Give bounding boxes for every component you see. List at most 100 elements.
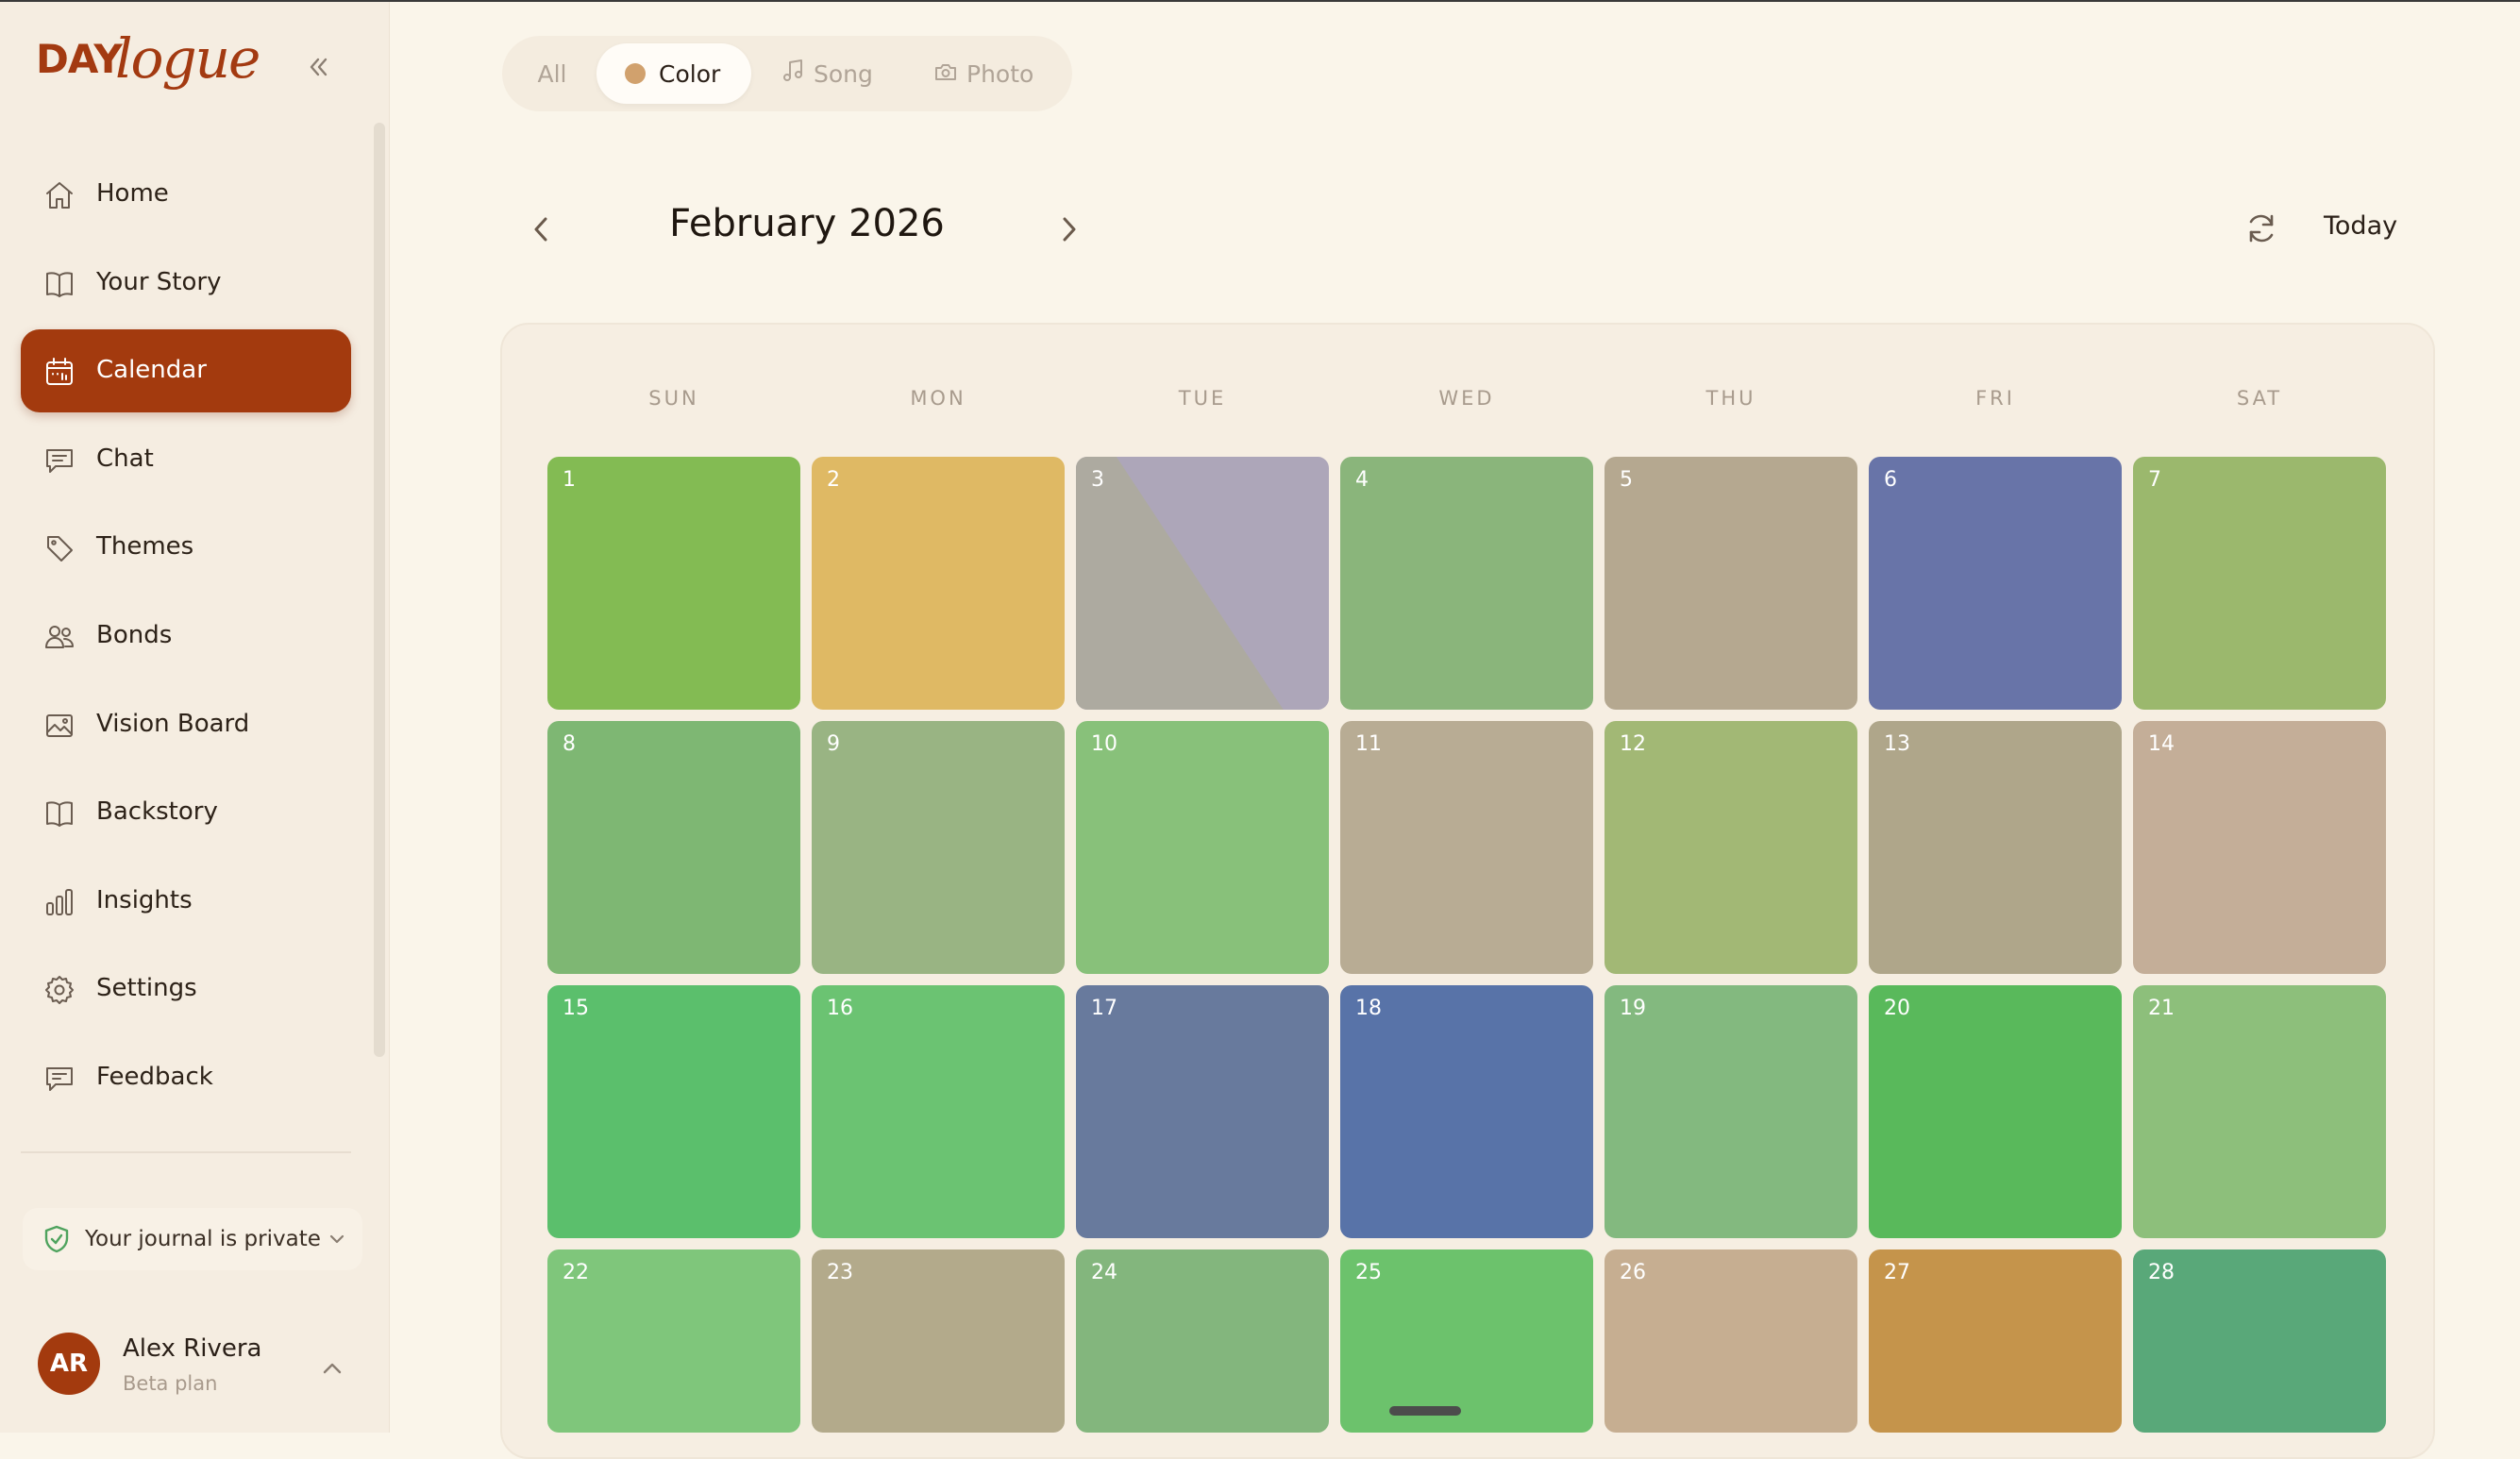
calendar-day[interactable]: 1	[547, 457, 800, 710]
privacy-text: Your journal is private	[85, 1227, 321, 1251]
color-dot-icon	[625, 63, 646, 84]
refresh-icon[interactable]	[2243, 210, 2280, 247]
sidebar-item-feedback[interactable]: Feedback	[21, 1036, 351, 1119]
calendar-day[interactable]: 3	[1076, 457, 1329, 710]
day-number: 13	[1884, 732, 1910, 756]
sidebar-item-themes[interactable]: Themes	[21, 506, 351, 589]
calendar-day[interactable]: 5	[1604, 457, 1857, 710]
filter-color-button[interactable]: Color	[596, 43, 751, 104]
sidebar-item-insights[interactable]: Insights	[21, 860, 351, 943]
calendar-day[interactable]: 23	[812, 1249, 1065, 1433]
month-title: February 2026	[669, 202, 945, 245]
day-number: 1	[563, 468, 576, 492]
day-number: 28	[2148, 1261, 2175, 1284]
calendar-day[interactable]: 12	[1604, 721, 1857, 974]
sidebar: DAY logue Home Your Story Calendar Chat Them…	[0, 2, 390, 1433]
day-number: 26	[1620, 1261, 1646, 1284]
day-number: 11	[1355, 732, 1382, 756]
day-number: 15	[563, 997, 589, 1020]
tag-icon	[43, 532, 76, 564]
calendar-day[interactable]: 17	[1076, 985, 1329, 1238]
logo-day-text: DAY	[36, 36, 123, 82]
chevron-up-icon[interactable]	[319, 1355, 345, 1382]
sidebar-item-settings[interactable]: Settings	[21, 948, 351, 1031]
day-number: 4	[1355, 468, 1369, 492]
sidebar-item-label: Calendar	[96, 356, 207, 385]
calendar-day[interactable]: 10	[1076, 721, 1329, 974]
day-number: 12	[1620, 732, 1646, 756]
sidebar-item-label: Themes	[96, 532, 194, 562]
sidebar-item-vision-board[interactable]: Vision Board	[21, 683, 351, 766]
day-number: 19	[1620, 997, 1646, 1020]
today-button[interactable]: Today	[2324, 211, 2397, 241]
calendar-day[interactable]: 14	[2133, 721, 2386, 974]
calendar-day[interactable]: 21	[2133, 985, 2386, 1238]
calendar-day[interactable]: 27	[1869, 1249, 2122, 1433]
calendar-day[interactable]: 22	[547, 1249, 800, 1433]
day-number: 20	[1884, 997, 1910, 1020]
sidebar-scrollbar[interactable]	[374, 123, 385, 1057]
sidebar-item-label: Feedback	[96, 1062, 213, 1091]
weekday-label: FRI	[1975, 387, 2015, 410]
next-month-button[interactable]	[1051, 210, 1085, 249]
people-icon	[43, 621, 76, 653]
weekday-label: THU	[1705, 387, 1756, 410]
calendar-day[interactable]: 2	[812, 457, 1065, 710]
camera-icon	[934, 60, 957, 88]
bar-chart-icon	[43, 886, 76, 918]
home-icon	[43, 179, 76, 211]
calendar-day[interactable]: 19	[1604, 985, 1857, 1238]
filter-song-button[interactable]: Song	[781, 43, 899, 104]
filter-song-label: Song	[814, 59, 873, 88]
calendar-day[interactable]: 20	[1869, 985, 2122, 1238]
sidebar-item-label: Chat	[96, 444, 154, 473]
day-number: 5	[1620, 468, 1633, 492]
weekday-label: MON	[910, 387, 966, 410]
day-number: 14	[2148, 732, 2175, 756]
calendar-day[interactable]: 6	[1869, 457, 2122, 710]
calendar-day[interactable]: 25	[1340, 1249, 1593, 1433]
weekday-label: SUN	[648, 387, 699, 410]
day-number: 17	[1091, 997, 1117, 1020]
day-number: 3	[1091, 468, 1104, 492]
feedback-icon	[43, 1063, 76, 1095]
chevron-down-icon	[327, 1229, 347, 1249]
sidebar-item-label: Home	[96, 179, 169, 208]
calendar-day[interactable]: 9	[812, 721, 1065, 974]
calendar-day[interactable]: 15	[547, 985, 800, 1238]
sidebar-item-label: Insights	[96, 885, 193, 914]
weekday-label: WED	[1438, 387, 1495, 410]
weekday-label: SAT	[2236, 387, 2283, 410]
sidebar-item-backstory[interactable]: Backstory	[21, 771, 351, 854]
scroll-handle[interactable]	[1389, 1406, 1461, 1416]
sidebar-item-chat[interactable]: Chat	[21, 418, 351, 501]
calendar-day[interactable]: 13	[1869, 721, 2122, 974]
day-number: 23	[827, 1261, 853, 1284]
calendar-day[interactable]: 4	[1340, 457, 1593, 710]
calendar-day[interactable]: 28	[2133, 1249, 2386, 1433]
book-icon	[43, 268, 76, 300]
sidebar-item-label: Vision Board	[96, 709, 250, 738]
filter-photo-button[interactable]: Photo	[934, 43, 1057, 104]
calendar-day[interactable]: 26	[1604, 1249, 1857, 1433]
calendar-day[interactable]: 24	[1076, 1249, 1329, 1433]
user-profile[interactable]: AR Alex Rivera Beta plan	[21, 1321, 361, 1416]
sidebar-item-home[interactable]: Home	[21, 153, 351, 236]
filter-photo-label: Photo	[966, 59, 1034, 88]
day-number: 25	[1355, 1261, 1382, 1284]
sidebar-item-your-story[interactable]: Your Story	[21, 242, 351, 325]
calendar-day[interactable]: 7	[2133, 457, 2386, 710]
calendar-day[interactable]: 11	[1340, 721, 1593, 974]
prev-month-button[interactable]	[525, 210, 559, 249]
privacy-dropdown[interactable]: Your journal is private	[23, 1208, 362, 1270]
day-number: 27	[1884, 1261, 1910, 1284]
calendar-day[interactable]: 18	[1340, 985, 1593, 1238]
chat-icon	[43, 444, 76, 477]
sidebar-item-bonds[interactable]: Bonds	[21, 595, 351, 678]
calendar-day[interactable]: 8	[547, 721, 800, 974]
day-number: 24	[1091, 1261, 1117, 1284]
filter-all-button[interactable]: All	[529, 43, 576, 104]
sidebar-item-calendar[interactable]: Calendar	[21, 329, 351, 413]
collapse-sidebar-icon[interactable]	[304, 53, 332, 81]
calendar-day[interactable]: 16	[812, 985, 1065, 1238]
